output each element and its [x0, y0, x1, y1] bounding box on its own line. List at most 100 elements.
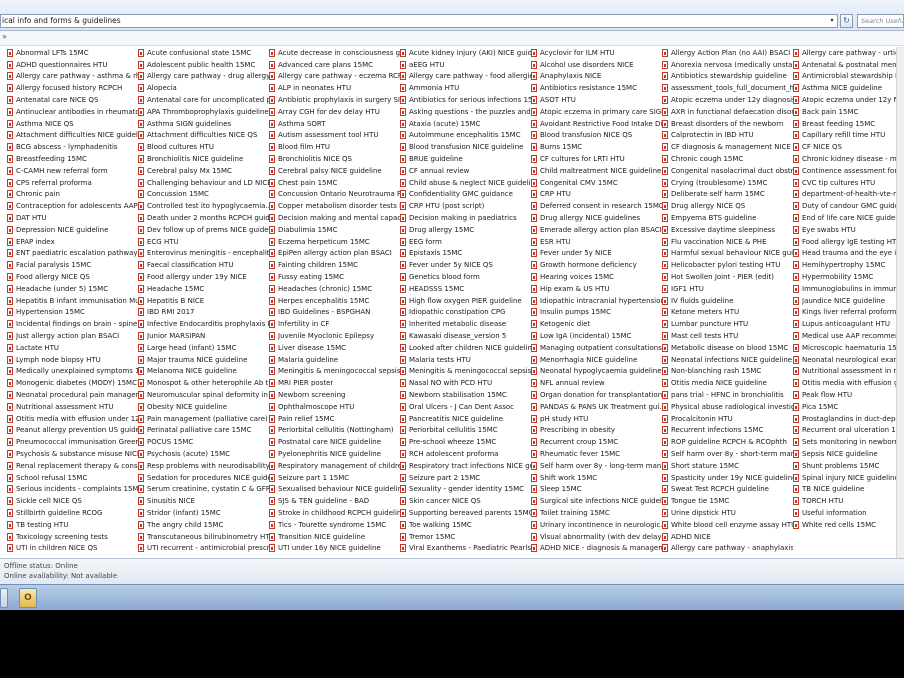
- file-item[interactable]: Concussion 15MC: [138, 189, 269, 201]
- file-item[interactable]: Acute decrease in consciousness gui...: [269, 47, 400, 59]
- file-item[interactable]: Sinusitis NICE: [138, 495, 269, 507]
- file-item[interactable]: TB NICE guideline: [793, 483, 904, 495]
- file-item[interactable]: Congenital nasolacrimal duct obstr...: [662, 165, 793, 177]
- file-item[interactable]: Growth hormone deficiency: [531, 259, 662, 271]
- file-item[interactable]: Looked after children NICE guideline: [400, 342, 531, 354]
- file-item[interactable]: Managing outpatient consultations: [531, 342, 662, 354]
- file-item[interactable]: Urine dipstick HTU: [662, 507, 793, 519]
- file-item[interactable]: ROP guideline RCPCH & RCOphth: [662, 436, 793, 448]
- file-item[interactable]: Atopic eczema in primary care SIGN: [531, 106, 662, 118]
- file-item[interactable]: Confidentiality GMC guidance: [400, 189, 531, 201]
- file-item[interactable]: ADHD NICE: [662, 531, 793, 543]
- file-item[interactable]: Enterovirus meningitis - encephaliti...: [138, 248, 269, 260]
- file-item[interactable]: Tremor 15MC: [400, 531, 531, 543]
- file-item[interactable]: aEEG HTU: [400, 59, 531, 71]
- file-item[interactable]: Blood transfusion NICE QS: [531, 130, 662, 142]
- file-item[interactable]: Hepatitis B infant immunisation Mul...: [7, 295, 138, 307]
- file-item[interactable]: Empyema BTS guideline: [662, 212, 793, 224]
- file-item[interactable]: Neonatal procedural pain managem...: [7, 389, 138, 401]
- file-item[interactable]: White blood cell enzyme assay HTU: [662, 519, 793, 531]
- file-item[interactable]: Toxicology screening tests: [7, 531, 138, 543]
- file-item[interactable]: Visual abnormality (with dev delay) ...: [531, 531, 662, 543]
- file-item[interactable]: Ketone meters HTU: [662, 307, 793, 319]
- file-item[interactable]: Continence assessment form: [793, 165, 904, 177]
- file-item[interactable]: RCH adolescent proforma: [400, 448, 531, 460]
- file-item[interactable]: Spinal injury NICE guideline: [793, 472, 904, 484]
- file-item[interactable]: Lumbar puncture HTU: [662, 318, 793, 330]
- file-item[interactable]: Death under 2 months RCPCH guide...: [138, 212, 269, 224]
- file-item[interactable]: Nutritional assessment in neonates...: [793, 366, 904, 378]
- file-item[interactable]: Perinatal palliative care 15MC: [138, 425, 269, 437]
- file-item[interactable]: Eczema herpeticum 15MC: [269, 236, 400, 248]
- file-item[interactable]: Toilet training 15MC: [531, 507, 662, 519]
- file-item[interactable]: Monogenic diabetes (MODY) 15MC: [7, 377, 138, 389]
- file-item[interactable]: department-of-health-vte-risk-as...: [793, 189, 904, 201]
- file-item[interactable]: Antibiotic prophylaxis in surgery SIGN: [269, 94, 400, 106]
- file-item[interactable]: Breast disorders of the newborn: [662, 118, 793, 130]
- file-item[interactable]: Meningitis & meningococcal sepsis ...: [400, 366, 531, 378]
- file-item[interactable]: ECG HTU: [138, 236, 269, 248]
- file-item[interactable]: Stridor (infant) 15MC: [138, 507, 269, 519]
- file-item[interactable]: Asthma SIGN guidelines: [138, 118, 269, 130]
- file-item[interactable]: High flow oxygen PIER guideline: [400, 295, 531, 307]
- file-item[interactable]: Allergy care pathway - eczema RCP...: [269, 71, 400, 83]
- file-item[interactable]: Transition NICE guideline: [269, 531, 400, 543]
- file-item[interactable]: ESR HTU: [531, 236, 662, 248]
- file-item[interactable]: HEADSSS 15MC: [400, 283, 531, 295]
- file-item[interactable]: Autism assessment tool HTU: [269, 130, 400, 142]
- file-item[interactable]: pH study HTU: [531, 413, 662, 425]
- address-path-field[interactable]: ical info and forms & guidelines: [0, 14, 838, 28]
- file-item[interactable]: Useful information: [793, 507, 904, 519]
- file-item[interactable]: CVC tip cultures HTU: [793, 177, 904, 189]
- file-item[interactable]: Otitis media NICE guideline: [662, 377, 793, 389]
- file-item[interactable]: Back pain 15MC: [793, 106, 904, 118]
- file-item[interactable]: AXR in functional defaecation disord...: [662, 106, 793, 118]
- file-item[interactable]: Antibiotics for serious infections 15...: [400, 94, 531, 106]
- file-item[interactable]: Metabolic disease on blood 15MC: [662, 342, 793, 354]
- file-item[interactable]: Acyclovir for ILM HTU: [531, 47, 662, 59]
- file-item[interactable]: Non-blanching rash 15MC: [662, 366, 793, 378]
- file-item[interactable]: Meningitis & meningococcal sepsis ...: [269, 366, 400, 378]
- file-item[interactable]: Tongue tie 15MC: [662, 495, 793, 507]
- file-item[interactable]: Acute confusional state 15MC: [138, 47, 269, 59]
- file-item[interactable]: Physical abuse radiological investiga...: [662, 401, 793, 413]
- file-item[interactable]: Respiratory management of children ...: [269, 460, 400, 472]
- file-item[interactable]: CF annual review: [400, 165, 531, 177]
- file-item[interactable]: Pica 15MC: [793, 401, 904, 413]
- file-item[interactable]: Lactate HTU: [7, 342, 138, 354]
- file-item[interactable]: Blood transfusion NICE guideline: [400, 141, 531, 153]
- file-item[interactable]: Organ donation for transplantation ...: [531, 389, 662, 401]
- file-item[interactable]: Respiratory tract infections NICE gui...: [400, 460, 531, 472]
- file-item[interactable]: Immunoglobulins in immune def...: [793, 283, 904, 295]
- file-item[interactable]: Capillary refill time HTU: [793, 130, 904, 142]
- file-item[interactable]: Sexualised behaviour NICE guideline: [269, 483, 400, 495]
- file-item[interactable]: IBD Guidelines - BSPGHAN: [269, 307, 400, 319]
- file-item[interactable]: Stroke in childhood RCPCH guideline: [269, 507, 400, 519]
- file-item[interactable]: Excessive daytime sleepiness: [662, 224, 793, 236]
- file-item[interactable]: Short stature 15MC: [662, 460, 793, 472]
- file-item[interactable]: Serious incidents - complaints 15MC: [7, 483, 138, 495]
- file-item[interactable]: Serum creatinine, cystatin C & GFR ...: [138, 483, 269, 495]
- file-item[interactable]: Jaundice NICE guideline: [793, 295, 904, 307]
- file-item[interactable]: Recurrent infections 15MC: [662, 425, 793, 437]
- file-item[interactable]: Sets monitoring in newborns HTU: [793, 436, 904, 448]
- chevron-down-icon[interactable]: ▾: [827, 15, 837, 27]
- file-item[interactable]: Psychosis & substance misuse NICE ...: [7, 448, 138, 460]
- file-item[interactable]: Inherited metabolic disease: [400, 318, 531, 330]
- file-item[interactable]: Allergy focused history RCPCH: [7, 82, 138, 94]
- file-item[interactable]: UTI under 16y NICE guideline: [269, 542, 400, 554]
- file-item[interactable]: Resp problems with neurodisability ...: [138, 460, 269, 472]
- file-item[interactable]: Neonatal infections NICE guideline: [662, 354, 793, 366]
- file-item[interactable]: Decision making and mental capacit...: [269, 212, 400, 224]
- file-item[interactable]: Rheumatic fever 15MC: [531, 448, 662, 460]
- file-item[interactable]: Newborn stabilisation 15MC: [400, 389, 531, 401]
- file-item[interactable]: BRUE guideline: [400, 153, 531, 165]
- file-item[interactable]: Contraception for adolescents AAP ...: [7, 200, 138, 212]
- vertical-scrollbar[interactable]: [896, 47, 904, 558]
- file-item[interactable]: Postnatal care NICE guideline: [269, 436, 400, 448]
- file-item[interactable]: Neuromuscular spinal deformity in ...: [138, 389, 269, 401]
- file-item[interactable]: Atopic eczema under 12y NICE: [793, 94, 904, 106]
- file-item[interactable]: POCUS 15MC: [138, 436, 269, 448]
- file-item[interactable]: Recurrent croup 15MC: [531, 436, 662, 448]
- file-item[interactable]: Breast feeding 15MC: [793, 118, 904, 130]
